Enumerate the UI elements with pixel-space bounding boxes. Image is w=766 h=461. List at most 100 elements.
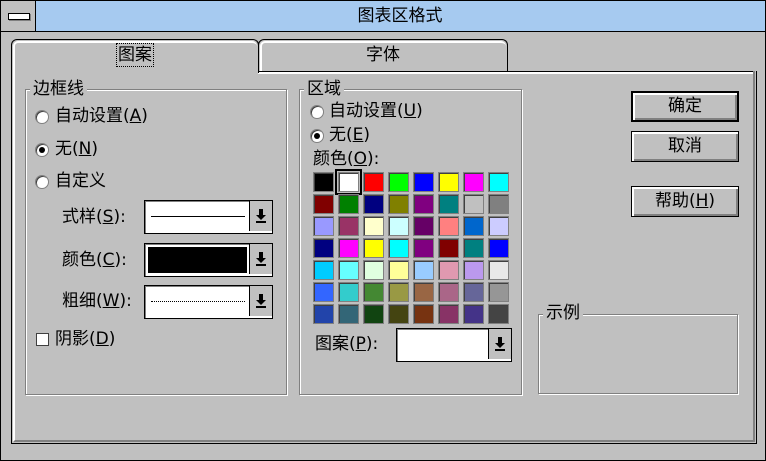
system-menu-icon[interactable]	[1, 1, 36, 31]
color-swatch[interactable]	[313, 194, 334, 214]
color-swatch[interactable]	[338, 194, 359, 214]
color-swatch[interactable]	[363, 194, 384, 214]
arrow-down-icon	[495, 337, 505, 351]
border-custom-radio[interactable]	[35, 175, 49, 189]
help-button[interactable]: 帮助(H)	[631, 186, 739, 217]
color-swatch[interactable]	[438, 172, 459, 192]
color-swatch[interactable]	[488, 238, 509, 258]
border-style-label: 式样(S):	[62, 207, 126, 227]
cancel-button[interactable]: 取消	[631, 131, 739, 162]
tab-pattern[interactable]: 图案	[11, 39, 259, 73]
color-swatch[interactable]	[463, 304, 484, 324]
border-color-label: 颜色(C):	[62, 250, 127, 270]
color-swatch[interactable]	[338, 282, 359, 302]
solid-line-preview	[151, 216, 245, 217]
arrow-down-icon	[256, 209, 266, 223]
color-swatch[interactable]	[463, 194, 484, 214]
color-swatch[interactable]	[413, 282, 434, 302]
color-swatch[interactable]	[438, 238, 459, 258]
color-swatch[interactable]	[438, 216, 459, 236]
color-swatch[interactable]	[438, 194, 459, 214]
system-menu-bar	[8, 13, 30, 20]
color-swatch[interactable]	[363, 260, 384, 280]
area-none-radio[interactable]	[310, 129, 324, 143]
area-pattern-select[interactable]	[396, 328, 512, 362]
area-auto-label[interactable]: 自动设置(U)	[329, 101, 423, 121]
color-swatch[interactable]	[313, 216, 334, 236]
color-swatch[interactable]	[313, 304, 334, 324]
dropdown-button[interactable]	[488, 329, 511, 359]
border-color-select[interactable]	[144, 243, 273, 277]
color-swatch[interactable]	[463, 238, 484, 258]
color-swatch[interactable]	[335, 169, 362, 195]
color-swatch[interactable]	[488, 282, 509, 302]
area-color-label: 颜色(O):	[313, 149, 380, 169]
color-swatch[interactable]	[488, 172, 509, 192]
tab-font[interactable]: 字体	[258, 39, 508, 71]
color-swatch[interactable]	[488, 304, 509, 324]
color-swatch[interactable]	[438, 260, 459, 280]
color-swatch[interactable]	[388, 282, 409, 302]
dropdown-button[interactable]	[249, 244, 272, 274]
color-swatch[interactable]	[463, 260, 484, 280]
shadow-label[interactable]: 阴影(D)	[55, 329, 115, 349]
title-bar: 图表区格式	[1, 1, 765, 32]
color-swatch[interactable]	[388, 216, 409, 236]
color-swatch[interactable]	[413, 194, 434, 214]
color-swatch[interactable]	[363, 172, 384, 192]
area-auto-radio[interactable]	[310, 105, 324, 119]
border-none-radio[interactable]	[35, 143, 49, 157]
area-group-title: 区域	[304, 79, 344, 99]
tab-pattern-label: 图案	[116, 43, 154, 67]
area-none-label[interactable]: 无(E)	[329, 125, 370, 145]
color-swatch[interactable]	[488, 216, 509, 236]
color-swatch[interactable]	[338, 238, 359, 258]
color-swatch[interactable]	[463, 282, 484, 302]
color-swatch[interactable]	[363, 282, 384, 302]
color-swatch[interactable]	[488, 194, 509, 214]
sample-group	[538, 314, 738, 394]
border-group-title: 边框线	[30, 79, 87, 99]
shadow-checkbox[interactable]	[36, 333, 49, 346]
color-swatch[interactable]	[313, 282, 334, 302]
border-auto-label[interactable]: 自动设置(A)	[55, 106, 148, 126]
border-auto-radio[interactable]	[35, 110, 49, 124]
border-weight-label: 粗细(W):	[62, 291, 132, 311]
color-swatch[interactable]	[388, 304, 409, 324]
color-swatch[interactable]	[413, 172, 434, 192]
color-swatch[interactable]	[388, 260, 409, 280]
color-swatch[interactable]	[338, 260, 359, 280]
color-swatch[interactable]	[338, 304, 359, 324]
color-swatch[interactable]	[463, 172, 484, 192]
sample-group-title: 示例	[543, 303, 583, 323]
color-swatch[interactable]	[363, 304, 384, 324]
color-swatch[interactable]	[363, 238, 384, 258]
color-swatch[interactable]	[463, 216, 484, 236]
color-swatch[interactable]	[338, 216, 359, 236]
color-swatch[interactable]	[488, 260, 509, 280]
color-swatch[interactable]	[363, 216, 384, 236]
color-swatch[interactable]	[413, 238, 434, 258]
border-none-label[interactable]: 无(N)	[55, 139, 98, 159]
border-custom-label[interactable]: 自定义	[55, 171, 106, 191]
color-swatch[interactable]	[413, 304, 434, 324]
dropdown-button[interactable]	[249, 286, 272, 316]
color-preview	[148, 247, 247, 273]
border-style-select[interactable]	[144, 200, 273, 234]
color-swatch[interactable]	[313, 260, 334, 280]
border-weight-select[interactable]	[144, 285, 273, 319]
ok-button[interactable]: 确定	[631, 91, 739, 122]
color-swatch[interactable]	[413, 216, 434, 236]
color-swatch[interactable]	[413, 260, 434, 280]
pattern-preview	[400, 332, 486, 356]
arrow-down-icon	[256, 252, 266, 266]
dropdown-button[interactable]	[249, 201, 272, 231]
color-swatch[interactable]	[313, 172, 334, 192]
color-swatch[interactable]	[438, 282, 459, 302]
color-swatch[interactable]	[388, 194, 409, 214]
color-swatch[interactable]	[438, 304, 459, 324]
color-swatch[interactable]	[388, 172, 409, 192]
color-swatch[interactable]	[313, 238, 334, 258]
arrow-down-icon	[256, 294, 266, 308]
color-swatch[interactable]	[388, 238, 409, 258]
